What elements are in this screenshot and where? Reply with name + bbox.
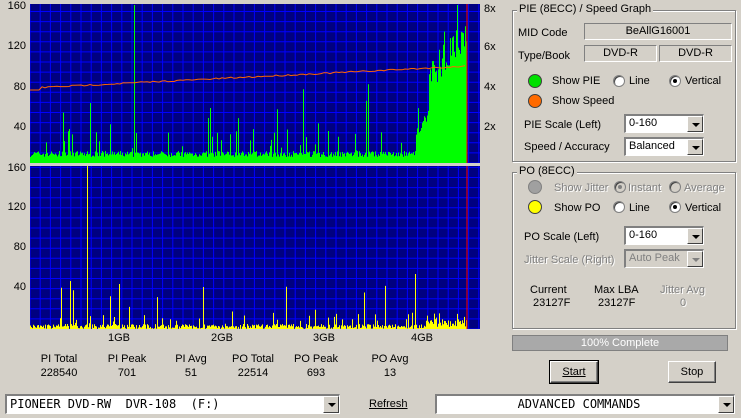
- chevron-down-icon[interactable]: [687, 228, 703, 244]
- x-label: 1GB: [108, 332, 131, 344]
- pie-y-label: 160: [7, 0, 26, 12]
- po-y-label: 40: [13, 281, 26, 293]
- pie-y-label: 40: [13, 121, 26, 133]
- po-vertical-radio[interactable]: [669, 201, 681, 213]
- pie-indicator-icon: [528, 74, 542, 88]
- pi-avg-value: 51: [184, 367, 198, 379]
- po-total-label: PO Total: [232, 353, 274, 365]
- po-scale-select[interactable]: 0-160: [624, 226, 704, 245]
- chevron-down-icon[interactable]: [323, 396, 339, 413]
- show-pie-label[interactable]: Show PIE: [552, 75, 600, 87]
- po-indicator-icon: [528, 200, 542, 214]
- speed-accuracy-select[interactable]: Balanced: [624, 137, 704, 156]
- speed-label: 2x: [484, 121, 496, 133]
- mid-code-value: BeAllG16001: [584, 23, 732, 40]
- type-value: DVD-R: [584, 45, 657, 62]
- po-line-label[interactable]: Line: [629, 202, 650, 214]
- jitter-scale-label: Jitter Scale (Right): [524, 254, 615, 266]
- pie-scale-select[interactable]: 0-160: [624, 114, 704, 133]
- speed-label: 8x: [484, 3, 496, 15]
- instant-label: Instant: [628, 182, 662, 194]
- chevron-down-icon[interactable]: [687, 139, 703, 155]
- jitter-avg-value: 0: [680, 297, 687, 309]
- po-panel-title: PO (8ECC): [517, 165, 577, 177]
- po-avg-value: 13: [383, 367, 397, 379]
- po-y-label: 120: [7, 201, 26, 213]
- jitter-indicator-icon: [528, 180, 542, 194]
- average-label: Average: [684, 182, 725, 194]
- po-total-value: 22514: [237, 367, 269, 379]
- pi-avg-label: PI Avg: [175, 353, 207, 365]
- speed-label: 4x: [484, 81, 496, 93]
- graph-background: [30, 4, 480, 163]
- chevron-down-icon[interactable]: [718, 396, 734, 413]
- average-radio: [669, 181, 681, 193]
- po-vertical-label[interactable]: Vertical: [685, 202, 721, 214]
- graph-area: 160 120 80 40 8x 6x 4x 2x 160 120 80 40 …: [0, 0, 505, 345]
- refresh-link[interactable]: Refresh: [369, 398, 408, 410]
- max-lba-value: 23127F: [598, 297, 636, 309]
- pie-y-label: 80: [13, 81, 26, 93]
- show-jitter-label: Show Jitter: [554, 182, 609, 194]
- pi-total-label: PI Total: [40, 353, 78, 365]
- pie-vertical-radio[interactable]: [669, 75, 681, 87]
- pi-total-value: 228540: [40, 367, 78, 379]
- show-po-label[interactable]: Show PO: [554, 202, 600, 214]
- command-select[interactable]: ADVANCED COMMANDS: [435, 394, 735, 414]
- pie-line-radio[interactable]: [613, 75, 625, 87]
- pi-peak-value: 701: [117, 367, 137, 379]
- pi-peak-label: PI Peak: [107, 353, 147, 365]
- start-button[interactable]: Start: [549, 360, 599, 384]
- x-label: 3GB: [313, 332, 336, 344]
- show-speed-label[interactable]: Show Speed: [552, 95, 614, 107]
- speed-indicator-icon: [528, 94, 542, 108]
- graph-background: [30, 166, 480, 329]
- jitter-scale-select: Auto Peak: [624, 249, 704, 268]
- x-label: 4GB: [411, 332, 434, 344]
- pie-scale-label: PIE Scale (Left): [524, 119, 602, 131]
- po-peak-label: PO Peak: [293, 353, 339, 365]
- max-lba-label: Max LBA: [594, 284, 639, 296]
- progress-bar: 100% Complete: [512, 335, 728, 351]
- pie-graph: [30, 4, 480, 163]
- pie-vertical-label[interactable]: Vertical: [685, 75, 721, 87]
- book-value: DVD-R: [659, 45, 732, 62]
- po-graph: [30, 166, 480, 329]
- po-line-radio[interactable]: [613, 201, 625, 213]
- stop-button[interactable]: Stop: [668, 361, 716, 383]
- pie-y-label: 120: [7, 40, 26, 52]
- po-avg-label: PO Avg: [371, 353, 409, 365]
- progress-text: 100% Complete: [580, 337, 660, 349]
- speed-label: 6x: [484, 41, 496, 53]
- jitter-avg-label: Jitter Avg: [660, 284, 706, 296]
- instant-radio: [614, 181, 626, 193]
- current-label: Current: [530, 284, 567, 296]
- pie-line-label[interactable]: Line: [629, 75, 650, 87]
- po-peak-value: 693: [306, 367, 326, 379]
- type-book-label: Type/Book: [518, 50, 570, 62]
- chevron-down-icon: [687, 251, 703, 267]
- chevron-down-icon[interactable]: [687, 116, 703, 132]
- po-scale-label: PO Scale (Left): [524, 231, 600, 243]
- po-y-label: 160: [7, 162, 26, 174]
- drive-select[interactable]: PIONEER DVD-RW DVR-108 (F:): [5, 394, 340, 414]
- speed-accuracy-label: Speed / Accuracy: [524, 141, 610, 153]
- pie-panel-title: PIE (8ECC) / Speed Graph: [517, 3, 654, 15]
- x-label: 2GB: [211, 332, 234, 344]
- mid-code-label: MID Code: [518, 27, 568, 39]
- current-value: 23127F: [533, 297, 571, 309]
- po-y-label: 80: [13, 241, 26, 253]
